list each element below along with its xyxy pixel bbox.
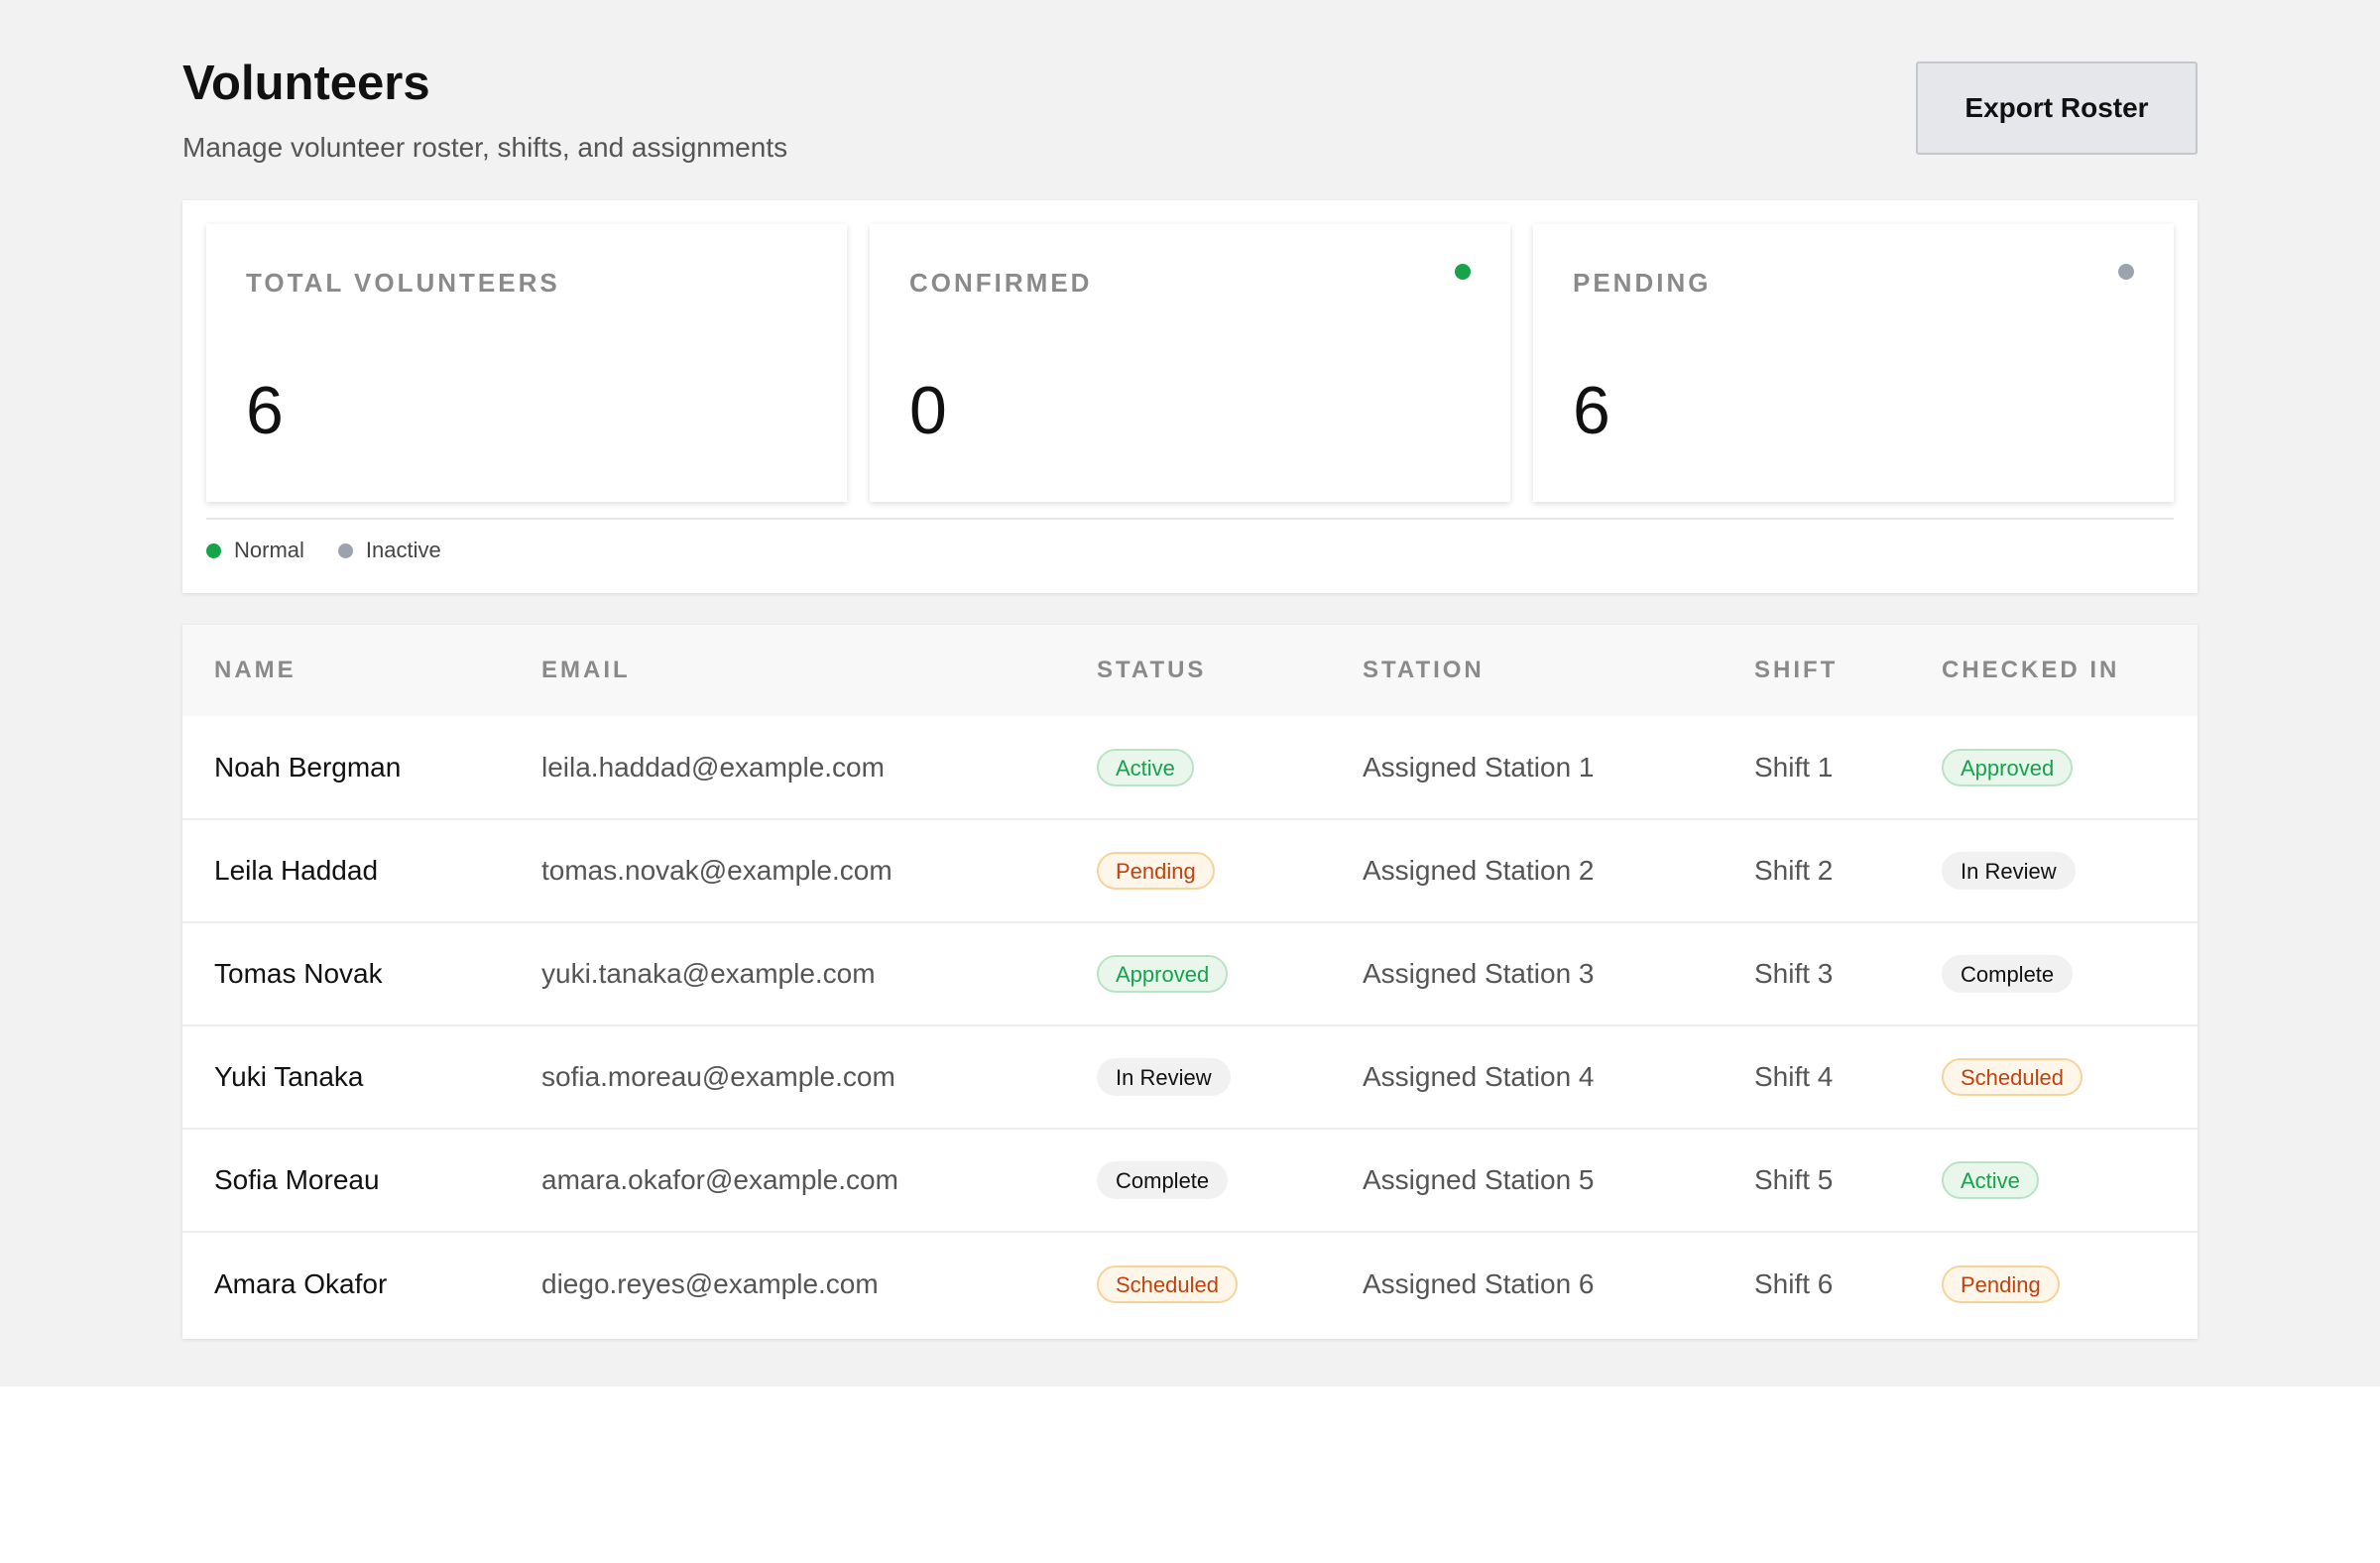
stat-value: 0 <box>909 373 947 448</box>
page-subtitle: Manage volunteer roster, shifts, and ass… <box>182 132 788 163</box>
cell-station: Assigned Station 2 <box>1363 855 1595 886</box>
table-header: NAME EMAIL STATUS STATION SHIFT CHECKED … <box>182 625 2198 716</box>
stat-label: PENDING <box>1573 268 1712 298</box>
cell-name: Leila Haddad <box>214 855 379 886</box>
cell-status: In Review <box>1065 1025 1331 1129</box>
checked-in-badge: Pending <box>1942 1264 2060 1303</box>
cell-checked-in: In Review <box>1910 819 2198 922</box>
cell-station: Assigned Station 6 <box>1363 1267 1595 1299</box>
cell-status: Pending <box>1065 819 1331 922</box>
cell-shift: Shift 2 <box>1754 855 1834 886</box>
cell-checked-in: Pending <box>1910 1232 2198 1335</box>
stats-panel: TOTAL VOLUNTEERS 6 CONFIRMED 0 PENDING 6… <box>182 200 2198 593</box>
stat-value: 6 <box>246 373 284 448</box>
cell-email: diego.reyes@example.com <box>541 1267 879 1299</box>
cell-name: Amara Okafor <box>214 1267 388 1299</box>
cell-name: Noah Bergman <box>214 751 402 782</box>
cell-station: Assigned Station 4 <box>1363 1061 1595 1092</box>
column-header-name[interactable]: NAME <box>182 625 510 716</box>
stat-label: TOTAL VOLUNTEERS <box>246 268 560 298</box>
cell-shift: Shift 5 <box>1754 1164 1834 1195</box>
cell-shift: Shift 1 <box>1754 751 1834 782</box>
cell-station: Assigned Station 3 <box>1363 958 1595 989</box>
status-badge: Scheduled <box>1097 1264 1238 1303</box>
cell-status: Approved <box>1065 922 1331 1025</box>
checked-in-badge: Active <box>1942 1161 2039 1199</box>
stat-value: 6 <box>1573 373 1610 448</box>
status-badge: Active <box>1097 748 1194 786</box>
cell-station: Assigned Station 1 <box>1363 751 1595 782</box>
status-badge: Pending <box>1097 852 1215 890</box>
column-header-email[interactable]: EMAIL <box>510 625 1065 716</box>
checked-in-badge: In Review <box>1942 852 2076 890</box>
table-row[interactable]: Yuki Tanaka sofia.moreau@example.com In … <box>182 1025 2198 1129</box>
legend-dot-icon <box>337 542 353 558</box>
legend: Normal Inactive <box>206 538 475 563</box>
cell-status: Active <box>1065 716 1331 819</box>
cell-email: leila.haddad@example.com <box>541 751 885 782</box>
cell-name: Sofia Moreau <box>214 1164 380 1195</box>
cell-name: Tomas Novak <box>214 958 383 989</box>
divider <box>206 518 2174 520</box>
column-header-station[interactable]: STATION <box>1331 625 1723 716</box>
cell-shift: Shift 4 <box>1754 1061 1834 1092</box>
volunteers-table-panel: NAME EMAIL STATUS STATION SHIFT CHECKED … <box>182 625 2198 1339</box>
status-dot-icon <box>1455 264 1471 280</box>
cell-email: yuki.tanaka@example.com <box>541 958 876 989</box>
cell-station: Assigned Station 5 <box>1363 1164 1595 1195</box>
page-title: Volunteers <box>182 57 430 110</box>
table-body: Noah Bergman leila.haddad@example.com Ac… <box>182 716 2198 1335</box>
cell-checked-in: Approved <box>1910 716 2198 819</box>
app-background: Volunteers Manage volunteer roster, shif… <box>0 0 2380 1386</box>
status-badge: Complete <box>1097 1161 1229 1199</box>
table-row[interactable]: Tomas Novak yuki.tanaka@example.com Appr… <box>182 922 2198 1025</box>
cell-status: Scheduled <box>1065 1232 1331 1335</box>
table-row[interactable]: Noah Bergman leila.haddad@example.com Ac… <box>182 716 2198 819</box>
status-badge: In Review <box>1097 1058 1231 1096</box>
table-row[interactable]: Leila Haddad tomas.novak@example.com Pen… <box>182 819 2198 922</box>
cell-name: Yuki Tanaka <box>214 1061 364 1092</box>
cell-shift: Shift 3 <box>1754 958 1834 989</box>
status-dot-icon <box>2118 264 2134 280</box>
cell-shift: Shift 6 <box>1754 1267 1834 1299</box>
cell-checked-in: Active <box>1910 1129 2198 1232</box>
table-header-row: NAME EMAIL STATUS STATION SHIFT CHECKED … <box>182 625 2198 716</box>
legend-item-normal: Normal <box>206 538 304 563</box>
column-header-status[interactable]: STATUS <box>1065 625 1331 716</box>
checked-in-badge: Complete <box>1942 955 2074 993</box>
cell-email: sofia.moreau@example.com <box>541 1061 895 1092</box>
export-roster-button[interactable]: Export Roster <box>1916 61 2198 155</box>
legend-label: Normal <box>234 538 304 562</box>
column-header-shift[interactable]: SHIFT <box>1723 625 1910 716</box>
stat-card-total-volunteers: TOTAL VOLUNTEERS 6 <box>206 224 847 502</box>
legend-dot-icon <box>206 542 221 558</box>
cell-checked-in: Complete <box>1910 922 2198 1025</box>
checked-in-badge: Scheduled <box>1942 1058 2082 1096</box>
legend-item-inactive: Inactive <box>337 538 441 563</box>
stat-card-pending: PENDING 6 <box>1533 224 2174 502</box>
stat-label: CONFIRMED <box>909 268 1093 298</box>
table-row[interactable]: Amara Okafor diego.reyes@example.com Sch… <box>182 1232 2198 1335</box>
stat-card-confirmed: CONFIRMED 0 <box>870 224 1510 502</box>
cell-email: tomas.novak@example.com <box>541 855 892 886</box>
checked-in-badge: Approved <box>1942 748 2074 786</box>
column-header-checked-in[interactable]: CHECKED IN <box>1910 625 2198 716</box>
legend-label: Inactive <box>365 538 441 562</box>
cell-email: amara.okafor@example.com <box>541 1164 898 1195</box>
cell-status: Complete <box>1065 1129 1331 1232</box>
table-row[interactable]: Sofia Moreau amara.okafor@example.com Co… <box>182 1129 2198 1232</box>
status-badge: Approved <box>1097 955 1229 993</box>
volunteers-table: NAME EMAIL STATUS STATION SHIFT CHECKED … <box>182 625 2198 1335</box>
cell-checked-in: Scheduled <box>1910 1025 2198 1129</box>
